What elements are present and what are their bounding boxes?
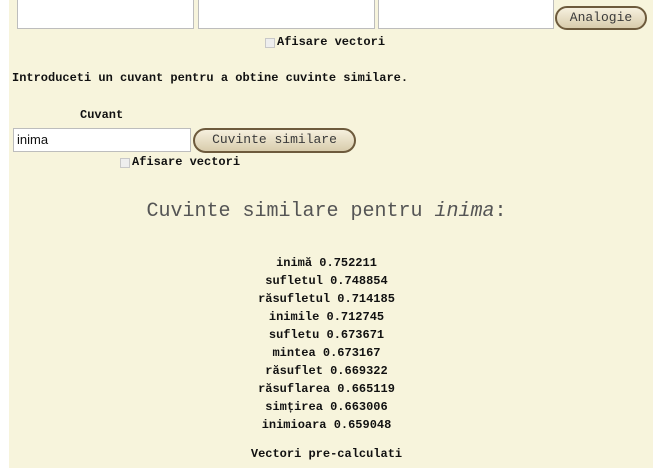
list-item: inimă 0.752211	[276, 256, 377, 270]
analogy-show-vectors-label: Afisare vectori	[277, 35, 386, 49]
list-item: mintea 0.673167	[272, 346, 381, 360]
analogie-button[interactable]: Analogie	[555, 6, 647, 30]
analogy-show-vectors-checkbox[interactable]	[265, 38, 275, 48]
precalculated-vectors-label: Vectori pre-calculati	[250, 447, 403, 461]
analogy-field-1[interactable]	[17, 0, 194, 29]
results-title-prefix: Cuvinte similare pentru	[146, 200, 435, 223]
list-item: răsufletul 0.714185	[258, 292, 395, 306]
word-input[interactable]: inima	[13, 128, 191, 152]
list-item: răsuflet 0.669322	[265, 364, 388, 378]
similar-instruction: Introduceti un cuvant pentru a obtine cu…	[12, 71, 409, 85]
analogy-field-3[interactable]	[378, 0, 554, 29]
similar-words-list: inimă 0.752211 sufletul 0.748854 răsufle…	[0, 254, 653, 434]
word-label: Cuvant	[80, 108, 124, 122]
list-item: inimile 0.712745	[268, 310, 385, 324]
analogy-field-2[interactable]	[198, 0, 375, 29]
cuvinte-similare-button[interactable]: Cuvinte similare	[193, 128, 356, 153]
results-title-word: inima	[434, 200, 495, 223]
similar-show-vectors-label: Afisare vectori	[132, 155, 241, 169]
list-item: inimioara 0.659048	[261, 418, 392, 432]
similar-show-vectors-checkbox[interactable]	[120, 158, 130, 168]
list-item: sufletu 0.673671	[268, 328, 385, 342]
list-item: răsuflarea 0.665119	[258, 382, 395, 396]
results-title: Cuvinte similare pentru inima:	[0, 200, 653, 223]
list-item: simțirea 0.663006	[265, 400, 388, 414]
results-title-suffix: :	[494, 200, 507, 223]
list-item: sufletul 0.748854	[265, 274, 388, 288]
